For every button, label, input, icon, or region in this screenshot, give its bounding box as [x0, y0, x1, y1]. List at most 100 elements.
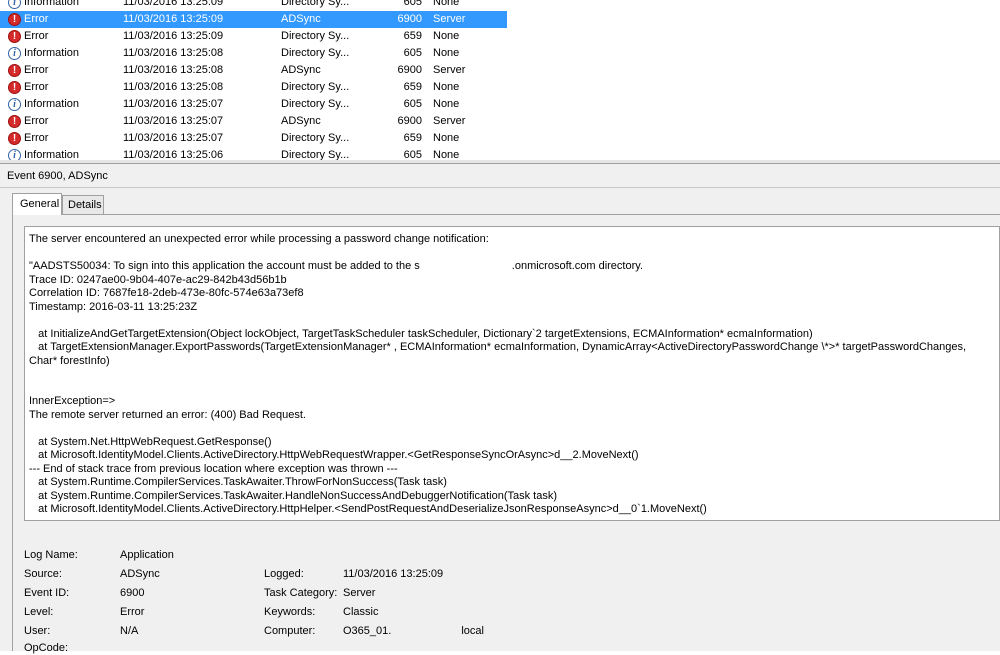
aad-error-text: "AADSTS50034: To sign into this applicat…	[29, 260, 420, 272]
computer-prefix: O365_01.	[343, 625, 392, 637]
redacted-tenant	[419, 261, 512, 271]
event-row[interactable]: ! Error 11/03/2016 13:25:08 Directory Sy...…	[0, 79, 507, 96]
error-icon: !	[8, 30, 21, 43]
inner-exception-label: InnerException=>	[29, 395, 116, 407]
information-icon: i	[8, 98, 21, 111]
event-level: Error	[24, 64, 49, 76]
event-source: ADSync	[281, 64, 321, 76]
event-id: 6900	[397, 13, 422, 25]
event-source: Directory Sy...	[281, 47, 350, 59]
description-line: Correlation ID: 7687fe18-2deb-473e-80fc-…	[29, 287, 304, 299]
stack-line: at System.Runtime.CompilerServices.TaskA…	[29, 489, 558, 502]
event-task-category: Server	[433, 115, 466, 127]
event-level: Error	[24, 30, 49, 42]
logged-value: 11/03/2016 13:25:09	[343, 568, 444, 580]
event-row[interactable]: i Information 11/03/2016 13:25:09 Directory…	[0, 0, 507, 11]
computer-value: O365_01. local	[343, 624, 484, 638]
event-level: Information	[24, 47, 80, 59]
event-row[interactable]: ! Error 11/03/2016 13:25:07 ADSync 6900 Serve…	[0, 113, 507, 130]
task-category-label: Task Category:	[264, 587, 338, 599]
event-row[interactable]: ! Error 11/03/2016 13:25:08 ADSync 6900 Serve…	[0, 62, 507, 79]
event-task-category: None	[433, 98, 460, 110]
event-list[interactable]: i Information 11/03/2016 13:25:09 Directory…	[0, 0, 1000, 163]
event-id: 659	[403, 81, 422, 93]
event-task-category: Server	[433, 13, 466, 25]
event-task-category: Server	[433, 64, 466, 76]
stack-line: at InitializeAndGetTargetExtension(Objec…	[29, 327, 813, 340]
error-icon: !	[8, 64, 21, 77]
keywords-value: Classic	[343, 606, 379, 618]
event-level: Information	[24, 98, 80, 110]
event-source: ADSync	[281, 13, 321, 25]
stack-line: at Microsoft.IdentityModel.Clients.Activ…	[29, 449, 639, 461]
logged-label: Logged:	[264, 568, 304, 580]
stack-line: at TargetExtensionManager.ExportPassword…	[29, 341, 970, 367]
description-line: "AADSTS50034: To sign into this applicat…	[29, 260, 999, 274]
error-icon: !	[8, 115, 21, 128]
event-level: Error	[24, 132, 49, 144]
event-id: 659	[403, 132, 422, 144]
event-row[interactable]: ! Error 11/03/2016 13:25:09 Directory Sy...…	[0, 28, 507, 45]
computer-suffix: local	[461, 625, 484, 637]
event-row[interactable]: i Information 11/03/2016 13:25:07 Directory…	[0, 96, 507, 113]
log-name-value: Application	[120, 549, 174, 561]
user-value: N/A	[120, 625, 139, 637]
log-name-label: Log Name:	[24, 549, 78, 561]
information-icon: i	[8, 47, 21, 60]
event-date: 11/03/2016 13:25:08	[123, 47, 224, 59]
event-date: 11/03/2016 13:25:07	[123, 115, 224, 127]
description-line: Timestamp: 2016-03-11 13:25:23Z	[29, 300, 198, 313]
event-task-category: None	[433, 132, 460, 144]
error-icon: !	[8, 132, 21, 145]
detail-header-title: Event 6900, ADSync	[0, 164, 1000, 188]
event-task-category: None	[433, 0, 460, 8]
event-source: Directory Sy...	[281, 132, 350, 144]
event-level: Error	[24, 81, 49, 93]
description-line: Trace ID: 0247ae00-9b04-407e-ac29-842b43…	[29, 273, 287, 286]
user-label: User:	[24, 625, 51, 637]
event-id-value: 6900	[120, 587, 145, 599]
description-line: The server encountered an unexpected err…	[29, 233, 489, 245]
event-id-label: Event ID:	[24, 587, 70, 599]
task-category-value: Server	[343, 587, 376, 599]
information-icon: i	[8, 0, 21, 9]
event-task-category: None	[433, 81, 460, 93]
event-source: Directory Sy...	[281, 81, 350, 93]
event-id: 659	[403, 30, 422, 42]
stack-line: --- End of stack trace from previous loc…	[29, 462, 398, 475]
event-date: 11/03/2016 13:25:09	[123, 13, 224, 25]
event-level: Error	[24, 13, 49, 25]
event-date: 11/03/2016 13:25:07	[123, 132, 224, 144]
event-date: 11/03/2016 13:25:07	[123, 98, 224, 110]
aad-error-suffix: .onmicrosoft.com directory.	[511, 260, 644, 272]
inner-exception-message: The remote server returned an error: (40…	[29, 408, 306, 421]
event-source: Directory Sy...	[281, 0, 350, 8]
stack-line: at System.Runtime.CompilerServices.TaskA…	[29, 476, 447, 488]
event-task-category: None	[433, 47, 460, 59]
source-label: Source:	[24, 568, 62, 580]
event-source: ADSync	[281, 115, 321, 127]
event-row[interactable]: ! Error 11/03/2016 13:25:09 ADSync 6900 Serve…	[0, 11, 507, 28]
source-value: ADSync	[120, 568, 160, 580]
event-source: Directory Sy...	[281, 30, 350, 42]
level-label: Level:	[24, 606, 54, 618]
event-description-textbox[interactable]: The server encountered an unexpected err…	[24, 226, 1000, 521]
event-row[interactable]: ! Error 11/03/2016 13:25:07 Directory Sy...…	[0, 130, 507, 147]
event-id: 605	[403, 98, 422, 110]
event-id: 605	[403, 0, 422, 8]
stack-line: at System.Net.HttpWebRequest.GetResponse…	[29, 435, 272, 448]
event-task-category: None	[433, 30, 460, 42]
computer-label: Computer:	[264, 625, 316, 637]
tab-details[interactable]: Details	[62, 195, 104, 214]
error-icon: !	[8, 81, 21, 94]
event-level: Information	[24, 0, 80, 8]
event-id: 6900	[397, 64, 422, 76]
event-level: Error	[24, 115, 49, 127]
tab-general[interactable]: General	[12, 193, 62, 215]
event-row[interactable]: i Information 11/03/2016 13:25:08 Directory…	[0, 45, 507, 62]
level-value: Error	[120, 606, 145, 618]
event-date: 11/03/2016 13:25:09	[123, 0, 224, 8]
event-date: 11/03/2016 13:25:09	[123, 30, 224, 42]
event-id: 605	[403, 47, 422, 59]
event-id: 6900	[397, 115, 422, 127]
